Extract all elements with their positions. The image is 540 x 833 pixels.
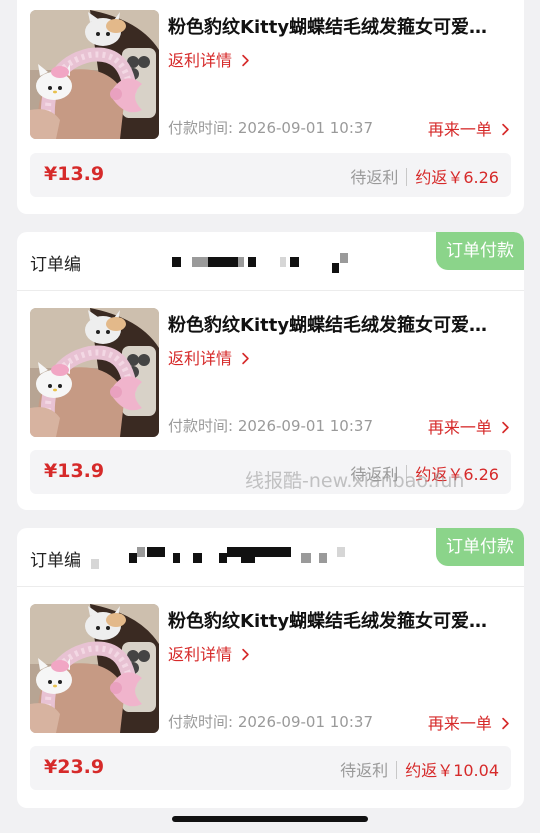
order-price: ¥23.9 [44, 756, 105, 778]
product-thumbnail[interactable] [30, 308, 159, 437]
redacted-order-number [172, 253, 472, 273]
home-indicator[interactable] [172, 816, 368, 822]
redacted-order-number [91, 547, 391, 569]
price-row: ¥23.9 待返利 约返￥10.04 [30, 746, 511, 790]
product-title[interactable]: 粉色豹纹Kitty蝴蝶结毛绒发箍女可爱… [168, 311, 508, 337]
divider [406, 168, 408, 186]
product-title[interactable]: 粉色豹纹Kitty蝴蝶结毛绒发箍女可爱… [168, 607, 508, 633]
rebate-details-link[interactable]: 返利详情 [168, 641, 250, 665]
status-badge: 订单付款 [436, 528, 524, 566]
chevron-right-icon [501, 717, 510, 730]
chevron-right-icon [501, 123, 510, 136]
order-price: ¥13.9 [44, 460, 105, 482]
reorder-label: 再来一单 [427, 120, 492, 139]
rebate-details-label: 返利详情 [168, 349, 233, 368]
rebate-status: 待返利 [350, 168, 399, 187]
order-number-label: 订单编 [30, 255, 81, 275]
rebate-details-link[interactable]: 返利详情 [168, 47, 250, 71]
product-title[interactable]: 粉色豹纹Kitty蝴蝶结毛绒发箍女可爱… [168, 13, 508, 39]
order-number-label: 订单编 [30, 551, 81, 571]
order-price: ¥13.9 [44, 163, 105, 185]
reorder-button[interactable]: 再来一单 [428, 710, 510, 734]
order-card: 订单编 订单付款 粉色豹纹Kitty蝴蝶结毛绒发箍女可爱… 返利详情 付款时间:… [17, 528, 524, 808]
rebate-details-link[interactable]: 返利详情 [168, 345, 250, 369]
reorder-button[interactable]: 再来一单 [428, 116, 510, 140]
payment-time: 付款时间: 2026-09-01 10:37 [168, 713, 373, 731]
order-header: 订单编 订单付款 [17, 232, 524, 291]
order-card: 粉色豹纹Kitty蝴蝶结毛绒发箍女可爱… 返利详情 付款时间: 2026-09-… [17, 0, 524, 214]
chevron-right-icon [501, 421, 510, 434]
chevron-right-icon [241, 648, 250, 661]
status-badge: 订单付款 [436, 232, 524, 270]
divider [396, 761, 398, 779]
rebate-status: 待返利 [340, 761, 389, 780]
estimated-rebate: 约返￥10.04 [405, 761, 499, 780]
price-row: ¥13.9 待返利 约返￥6.26 [30, 153, 511, 197]
product-thumbnail[interactable] [30, 604, 159, 733]
product-thumbnail[interactable] [30, 10, 159, 139]
reorder-button[interactable]: 再来一单 [428, 414, 510, 438]
product-info[interactable]: 粉色豹纹Kitty蝴蝶结毛绒发箍女可爱… 返利详情 付款时间: 2026-09-… [30, 604, 510, 734]
rebate-info: 待返利 约返￥6.26 [350, 164, 499, 188]
chevron-right-icon [241, 352, 250, 365]
product-info[interactable]: 粉色豹纹Kitty蝴蝶结毛绒发箍女可爱… 返利详情 付款时间: 2026-09-… [30, 10, 510, 140]
watermark: 线报酷-new.xianbao.fun [245, 470, 465, 492]
product-info[interactable]: 粉色豹纹Kitty蝴蝶结毛绒发箍女可爱… 返利详情 付款时间: 2026-09-… [30, 308, 510, 438]
payment-time: 付款时间: 2026-09-01 10:37 [168, 119, 373, 137]
order-list-page: 粉色豹纹Kitty蝴蝶结毛绒发箍女可爱… 返利详情 付款时间: 2026-09-… [0, 0, 540, 833]
reorder-label: 再来一单 [427, 714, 492, 733]
estimated-rebate: 约返￥6.26 [415, 168, 499, 187]
reorder-label: 再来一单 [427, 418, 492, 437]
order-header: 订单编 订单付款 [17, 528, 524, 587]
chevron-right-icon [241, 54, 250, 67]
payment-time: 付款时间: 2026-09-01 10:37 [168, 417, 373, 435]
rebate-details-label: 返利详情 [168, 645, 233, 664]
rebate-details-label: 返利详情 [168, 51, 233, 70]
rebate-info: 待返利 约返￥10.04 [340, 757, 499, 781]
